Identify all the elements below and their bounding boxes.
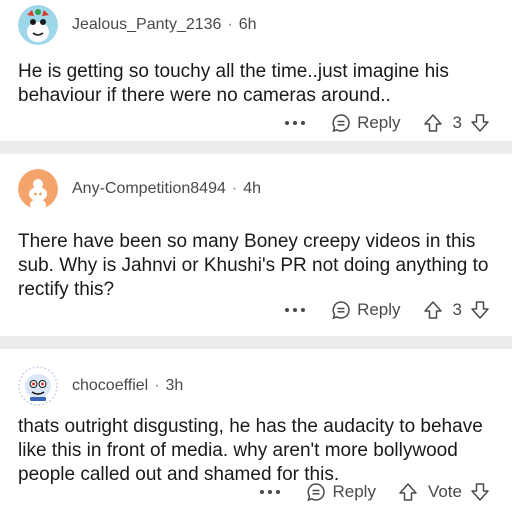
downvote-arrow-icon[interactable] [470,113,490,133]
comment-actions: Reply 3 [285,300,490,320]
comment-3: chocoeffiel · 3h thats outright disgusti… [0,349,512,515]
comment-actions: Reply Vote [260,482,490,502]
reply-bubble-icon [307,483,326,502]
upvote-arrow-icon[interactable] [423,113,443,133]
downvote-arrow-icon[interactable] [470,300,490,320]
comment-body: thats outright disgusting, he has the au… [18,416,483,485]
comment-header: Any-Competition8494 · 4h [18,169,261,209]
vote-label: Vote [427,482,462,501]
more-dots-icon[interactable] [285,308,306,312]
vote-count: 3 [452,300,462,319]
more-dots-icon[interactable] [285,121,306,125]
meta-separator: · [154,377,160,394]
avatar[interactable] [18,5,58,45]
avatar[interactable] [18,169,58,209]
comment-divider [0,141,512,154]
comment-1: Jealous_Panty_2136 · 6h He is getting so… [0,0,512,141]
username[interactable]: chocoeffiel [72,377,148,395]
reply-label: Reply [357,300,401,319]
reply-button[interactable]: Reply [331,300,401,320]
upvote-arrow-icon[interactable] [423,300,443,320]
more-dots-icon[interactable] [260,490,281,494]
meta-separator: · [227,16,233,33]
upvote-arrow-icon[interactable] [398,482,418,502]
comment-body: There have been so many Boney creepy vid… [18,231,489,300]
avatar[interactable] [18,366,58,406]
comment-actions: Reply 3 [285,113,490,133]
reply-label: Reply [357,113,401,132]
vote-count: 3 [452,113,462,132]
comment-header: Jealous_Panty_2136 · 6h [18,5,257,45]
reply-button[interactable]: Reply [306,482,376,502]
reply-button[interactable]: Reply [331,113,401,133]
vote-controls: 3 [423,113,490,133]
timestamp: 6h [238,16,257,33]
timestamp: 3h [165,377,184,394]
meta-separator: · [231,180,238,197]
reply-label: Reply [332,482,376,501]
reply-bubble-icon [332,114,350,133]
comment-divider [0,336,512,349]
comment-body: He is getting so touchy all the time..ju… [18,61,449,106]
timestamp: 4h [243,180,261,197]
downvote-arrow-icon[interactable] [470,482,490,502]
comment-2: Any-Competition8494 · 4h There have been… [0,154,512,336]
username[interactable]: Jealous_Panty_2136 [72,16,221,34]
reply-bubble-icon [332,301,350,320]
vote-controls: 3 [423,300,490,320]
comment-header: chocoeffiel · 3h [18,366,183,406]
username[interactable]: Any-Competition8494 [72,180,226,198]
vote-controls: Vote [398,482,490,502]
